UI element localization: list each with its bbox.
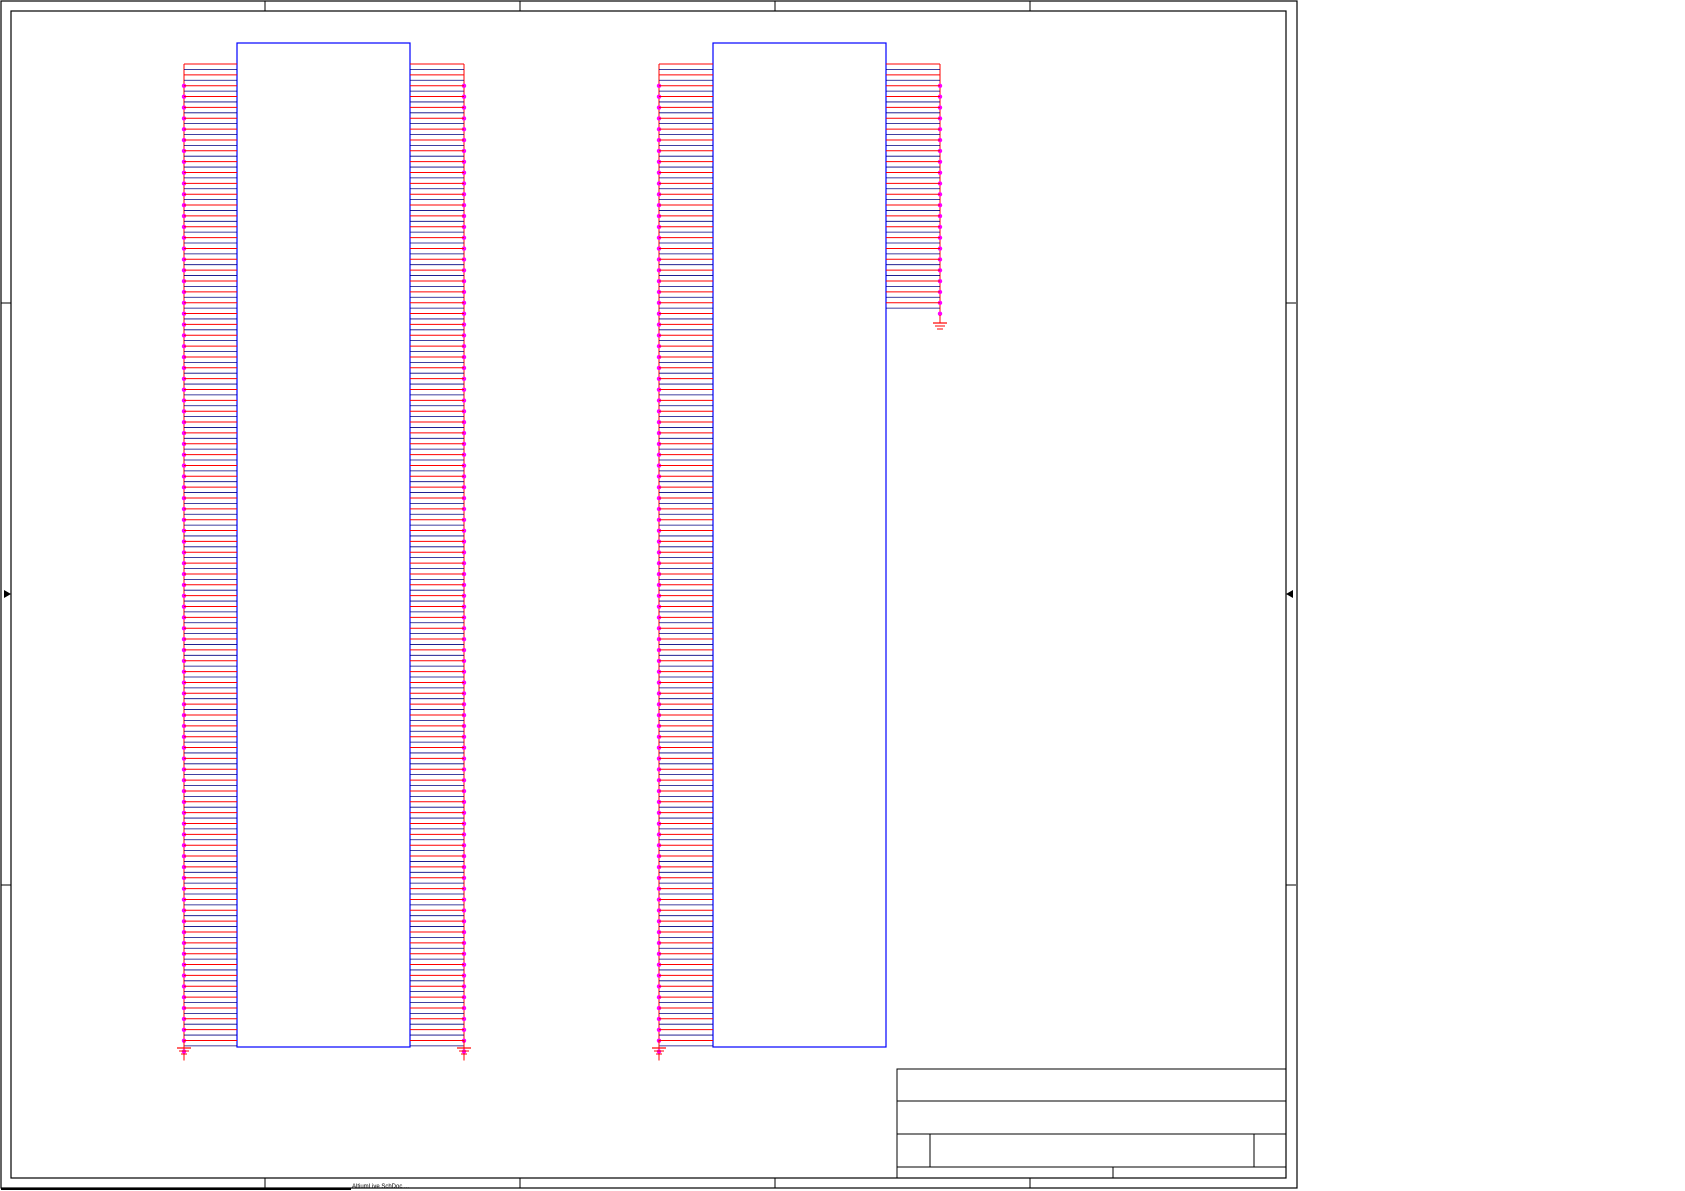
- sheet-background: [0, 0, 1685, 1191]
- footer-bar: [1, 1188, 351, 1190]
- schematic-sheet: [0, 0, 1685, 1191]
- footer-text: AltiumLive SchDoc ...: [352, 1184, 410, 1190]
